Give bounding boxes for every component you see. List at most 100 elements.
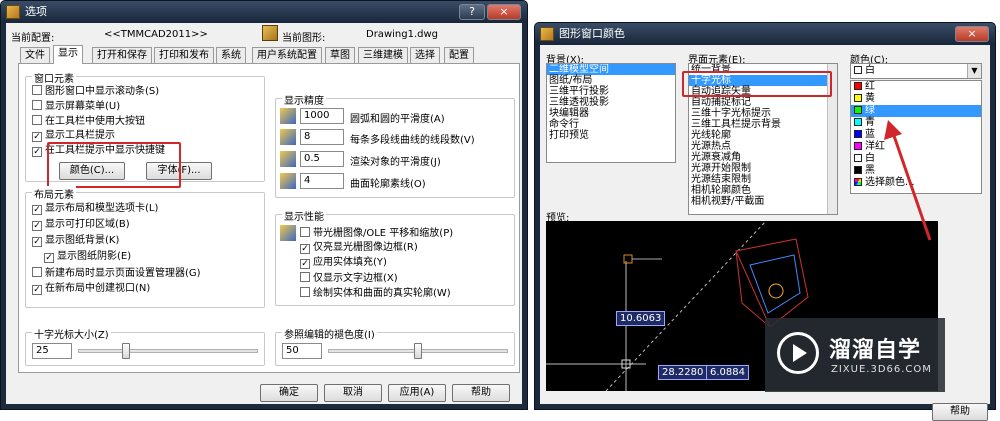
raster-frame-checkbox[interactable]: ✓ 仅亮显光栅图像边框(R)	[300, 242, 418, 254]
checkbox-box	[300, 272, 310, 282]
close-button[interactable]: ×	[955, 26, 989, 42]
play-triangle-icon	[793, 344, 807, 362]
crosshair-slider-thumb[interactable]	[122, 343, 130, 359]
display-resolution-group: 显示精度 1000 圆弧和圆的平滑度(A) 8 每条多段线曲线的线段数(V) 0…	[275, 92, 515, 198]
xref-fade-group: 参照编辑的褪色度(I) 50	[275, 326, 515, 366]
performance-icon	[280, 225, 296, 241]
context-item[interactable]: 块编辑器	[547, 108, 675, 119]
interface-item[interactable]: 自动捕捉标记	[689, 97, 837, 108]
color-wheel-icon	[854, 178, 862, 186]
interface-item[interactable]: 光源开始限制	[689, 163, 837, 174]
checkmark-icon: ✓	[300, 244, 310, 254]
interface-item[interactable]: 三维工具栏提示背景	[689, 119, 837, 130]
tab-profiles[interactable]: 配置	[444, 47, 474, 63]
tab-open-save[interactable]: 打开和保存	[92, 47, 152, 63]
layout-model-tabs-checkbox[interactable]: ✓ 显示布局和模型选项卡(L)	[32, 203, 158, 215]
tab-system[interactable]: 系统	[216, 47, 246, 63]
context-item[interactable]: 二维模型空间	[547, 64, 675, 75]
interface-item[interactable]: 光源热点	[689, 141, 837, 152]
checkmark-icon: ✓	[32, 147, 42, 157]
text-frame-checkbox[interactable]: 仅显示文字边框(X)	[300, 272, 398, 285]
tab-plot-publish[interactable]: 打印和发布	[154, 47, 214, 63]
paper-shadow-checkbox[interactable]: ✓ 显示图纸阴影(E)	[44, 251, 131, 263]
crosshair-size-title: 十字光标大小(Z)	[32, 326, 111, 341]
contour-lines-label: 曲面轮廓素线(O)	[350, 179, 426, 190]
options-titlebar[interactable]: 选项	[1, 1, 527, 23]
close-button[interactable]: ×	[487, 4, 521, 20]
contour-lines-icon	[280, 173, 296, 189]
tab-3d-modeling[interactable]: 三维建模	[358, 47, 408, 63]
help-button[interactable]: 帮助	[932, 403, 988, 421]
large-buttons-checkbox[interactable]: 在工具栏中使用大按钮	[32, 115, 145, 128]
screen-menu-checkbox[interactable]: 显示屏幕菜单(U)	[32, 100, 120, 113]
options-title: 选项	[25, 5, 47, 18]
colors-titlebar[interactable]: 图形窗口颜色	[535, 23, 995, 45]
arrow-head	[884, 120, 902, 140]
color-swatch	[854, 106, 862, 114]
interface-item[interactable]: 三维十字光标提示	[689, 108, 837, 119]
tab-drafting[interactable]: 草图	[325, 47, 355, 63]
color-option[interactable]: 黄	[851, 93, 981, 105]
interface-item[interactable]: 光线轮廓	[689, 130, 837, 141]
context-item[interactable]: 打印预览	[547, 130, 675, 141]
dynamic-input-box: 28.2280	[658, 365, 708, 380]
xref-fade-input[interactable]: 50	[282, 343, 322, 359]
context-listbox[interactable]: 二维模型空间 图纸/布局 三维平行投影 三维透视投影 块编辑器 命令行 打印预览	[546, 63, 676, 163]
options-dialog: 选项 ? × 当前配置: <<TMMCAD2011>> 当前图形: Drawin…	[0, 0, 528, 410]
dynamic-input-box: 10.6063	[616, 311, 666, 326]
interface-item[interactable]: 光源衰减角	[689, 152, 837, 163]
page-setup-manager-checkbox[interactable]: 新建布局时显示页面设置管理器(G)	[32, 267, 201, 280]
render-smoothness-input[interactable]: 0.5	[300, 151, 344, 167]
dynamic-input-box: 6.0884	[706, 365, 749, 380]
camera-view-line	[735, 250, 771, 328]
create-viewport-checkbox[interactable]: ✓ 在新布局中创建视口(N)	[32, 283, 150, 295]
interface-item[interactable]: 相机视野/平截面	[689, 196, 837, 207]
tooltips-checkbox[interactable]: ✓ 显示工具栏提示	[32, 130, 115, 142]
silhouette-checkbox[interactable]: 绘制实体和曲面的真实轮廓(W)	[300, 287, 451, 300]
checkbox-box	[32, 115, 42, 125]
tab-user-preferences[interactable]: 用户系统配置	[252, 47, 322, 63]
help-title-button[interactable]: ?	[459, 4, 485, 20]
display-tab-panel: 窗口元素 图形窗口中显示滚动条(S) 显示屏幕菜单(U) 在工具栏中使用大按钮 …	[18, 63, 520, 373]
scrollbars-checkbox[interactable]: 图形窗口中显示滚动条(S)	[32, 85, 159, 98]
options-body: 当前配置: <<TMMCAD2011>> 当前图形: Drawing1.dwg …	[6, 23, 522, 404]
layout-elements-title: 布局元素	[32, 186, 76, 201]
color-select[interactable]: 白 ▼	[850, 63, 982, 79]
color-swatch	[854, 94, 862, 102]
display-performance-title: 显示性能	[282, 208, 326, 223]
solid-fill-checkbox[interactable]: ✓ 应用实体填充(Y)	[300, 257, 387, 269]
arc-smoothness-input[interactable]: 1000	[300, 108, 344, 124]
raster-ole-pan-checkbox[interactable]: 带光栅图像/OLE 平移和缩放(P)	[300, 227, 453, 240]
checkbox-box	[32, 267, 42, 277]
color-swatch	[854, 166, 862, 174]
crosshair-slider-track[interactable]	[78, 349, 258, 353]
help-button[interactable]: 帮助	[452, 384, 510, 402]
interface-item[interactable]: 光源结束限制	[689, 174, 837, 185]
interface-item[interactable]: 相机轮廓颜色	[689, 185, 837, 196]
apply-button[interactable]: 应用(A)	[388, 384, 446, 402]
context-item[interactable]: 三维透视投影	[547, 97, 675, 108]
ok-button[interactable]: 确定	[260, 384, 318, 402]
cancel-button[interactable]: 取消	[324, 384, 382, 402]
render-smoothness-icon	[280, 151, 296, 167]
xref-fade-slider-thumb[interactable]	[414, 343, 422, 359]
checkbox-box	[300, 287, 310, 297]
autocad-app-icon	[6, 5, 20, 19]
context-item[interactable]: 图纸/布局	[547, 75, 675, 86]
printable-area-checkbox[interactable]: ✓ 显示可打印区域(B)	[32, 219, 130, 231]
chevron-down-icon[interactable]: ▼	[967, 64, 981, 78]
context-item[interactable]: 三维平行投影	[547, 86, 675, 97]
play-logo-icon	[777, 332, 819, 374]
crosshair-size-input[interactable]: 25	[32, 343, 72, 359]
paper-background-checkbox[interactable]: ✓ 显示图纸背景(K)	[32, 235, 119, 247]
contour-lines-input[interactable]: 4	[300, 173, 344, 189]
polyline-segments-input[interactable]: 8	[300, 129, 344, 145]
tab-selection[interactable]: 选择	[410, 47, 440, 63]
tab-display[interactable]: 显示	[53, 45, 83, 64]
context-item[interactable]: 命令行	[547, 119, 675, 130]
color-option[interactable]: 红	[851, 81, 981, 93]
checkmark-icon: ✓	[32, 205, 42, 215]
tab-files[interactable]: 文件	[20, 47, 50, 63]
display-performance-group: 显示性能 带光栅图像/OLE 平移和缩放(P) ✓ 仅亮显光栅图像边框(R) ✓ 应…	[275, 208, 515, 306]
display-resolution-title: 显示精度	[282, 92, 326, 107]
